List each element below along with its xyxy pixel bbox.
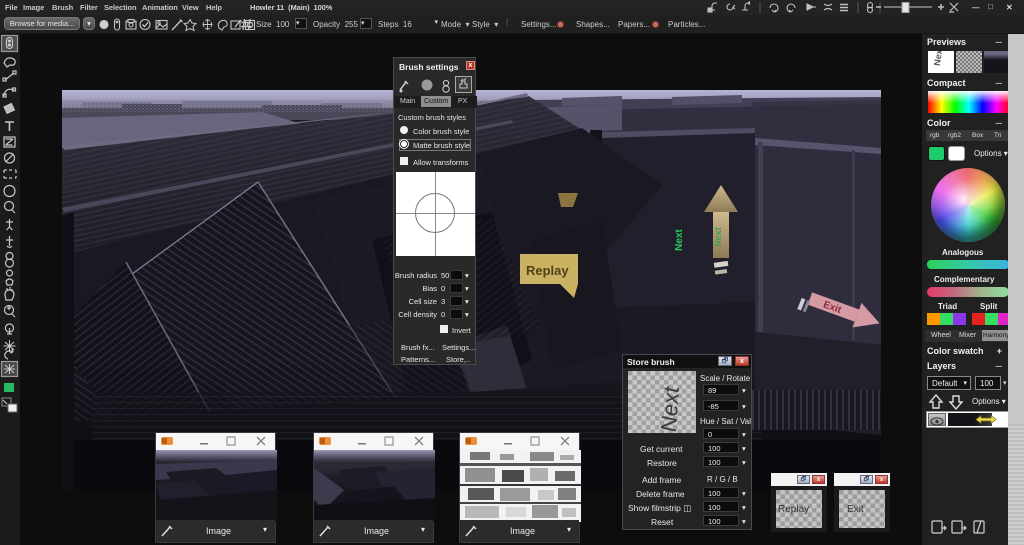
svg-text:Next: Next: [674, 228, 685, 250]
svg-text:Replay: Replay: [526, 263, 569, 278]
svg-text:Next: Next: [713, 227, 723, 247]
